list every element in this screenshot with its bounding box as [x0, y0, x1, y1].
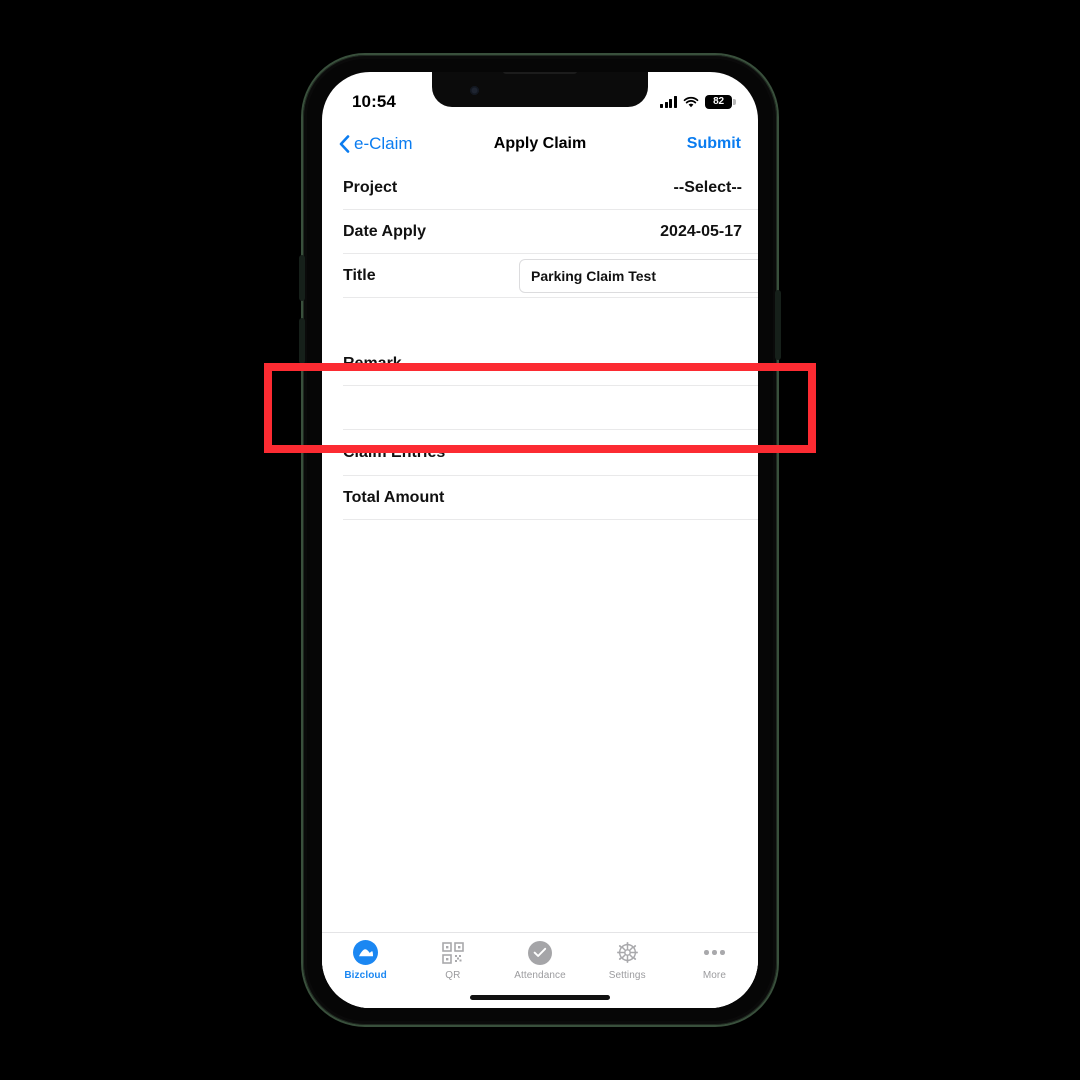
status-indicators: 82	[659, 95, 736, 109]
device-notch	[432, 72, 648, 107]
project-label: Project	[343, 179, 398, 196]
cloud-icon	[353, 940, 379, 965]
qr-code-icon	[440, 940, 465, 965]
volume-up-button[interactable]	[299, 255, 305, 301]
form-spacer	[322, 298, 758, 342]
front-camera-icon	[470, 86, 479, 95]
form-section-gap	[322, 386, 758, 430]
cellular-signal-icon	[659, 96, 677, 108]
submit-button[interactable]: Submit	[687, 135, 741, 153]
tab-bizcloud[interactable]: Bizcloud	[322, 940, 409, 981]
tab-settings-label: Settings	[608, 970, 646, 981]
remark-label: Remark	[343, 355, 402, 372]
date-apply-label: Date Apply	[343, 223, 426, 240]
status-time: 10:54	[352, 92, 396, 111]
ellipsis-icon	[702, 940, 727, 965]
tab-qr-label: QR	[445, 970, 461, 981]
check-circle-icon	[528, 940, 553, 965]
title-label: Title	[343, 267, 376, 284]
wifi-icon	[683, 96, 699, 108]
navigation-bar: e-Claim Apply Claim Submit	[322, 122, 758, 166]
date-apply-value[interactable]: 2024-05-17	[660, 223, 758, 241]
form-row-title[interactable]: Title Parking Claim Test	[322, 254, 758, 298]
battery-cap	[733, 99, 736, 105]
total-amount-label: Total Amount	[343, 489, 445, 506]
tab-settings[interactable]: Settings	[584, 940, 671, 981]
volume-down-button[interactable]	[299, 318, 305, 364]
back-button-label: e-Claim	[354, 134, 413, 153]
form-row-date-apply[interactable]: Date Apply 2024-05-17	[322, 210, 758, 254]
screenshot-stage: 10:54 82 e-Claim Apply Claim Submit Proj…	[0, 0, 1080, 1080]
tab-more-label: More	[702, 970, 726, 981]
tab-bizcloud-label: Bizcloud	[344, 970, 387, 981]
phone-screen: 10:54 82 e-Claim Apply Claim Submit Proj…	[322, 72, 758, 1008]
power-button[interactable]	[775, 290, 781, 360]
tab-more[interactable]: More	[671, 940, 758, 981]
tab-qr[interactable]: QR	[409, 940, 496, 981]
tab-attendance[interactable]: Attendance	[496, 940, 583, 981]
battery-percent: 82	[713, 96, 724, 107]
form-row-claim-entries[interactable]: Claim Entries	[322, 430, 758, 476]
back-button[interactable]: e-Claim	[339, 134, 413, 154]
form-row-remark[interactable]: Remark	[322, 342, 758, 386]
project-value[interactable]: --Select--	[674, 179, 758, 197]
title-input[interactable]: Parking Claim Test	[519, 259, 758, 293]
tab-attendance-label: Attendance	[514, 970, 566, 981]
gear-icon	[615, 940, 640, 965]
battery-indicator: 82	[705, 95, 736, 109]
earpiece-speaker	[503, 72, 577, 74]
home-indicator[interactable]	[470, 995, 610, 1000]
claim-form: Project --Select-- Date Apply 2024-05-17…	[322, 166, 758, 1008]
form-row-project[interactable]: Project --Select--	[322, 166, 758, 210]
chevron-left-icon	[339, 135, 350, 153]
claim-entries-label: Claim Entries	[343, 444, 446, 461]
form-row-total-amount[interactable]: Total Amount	[322, 476, 758, 520]
